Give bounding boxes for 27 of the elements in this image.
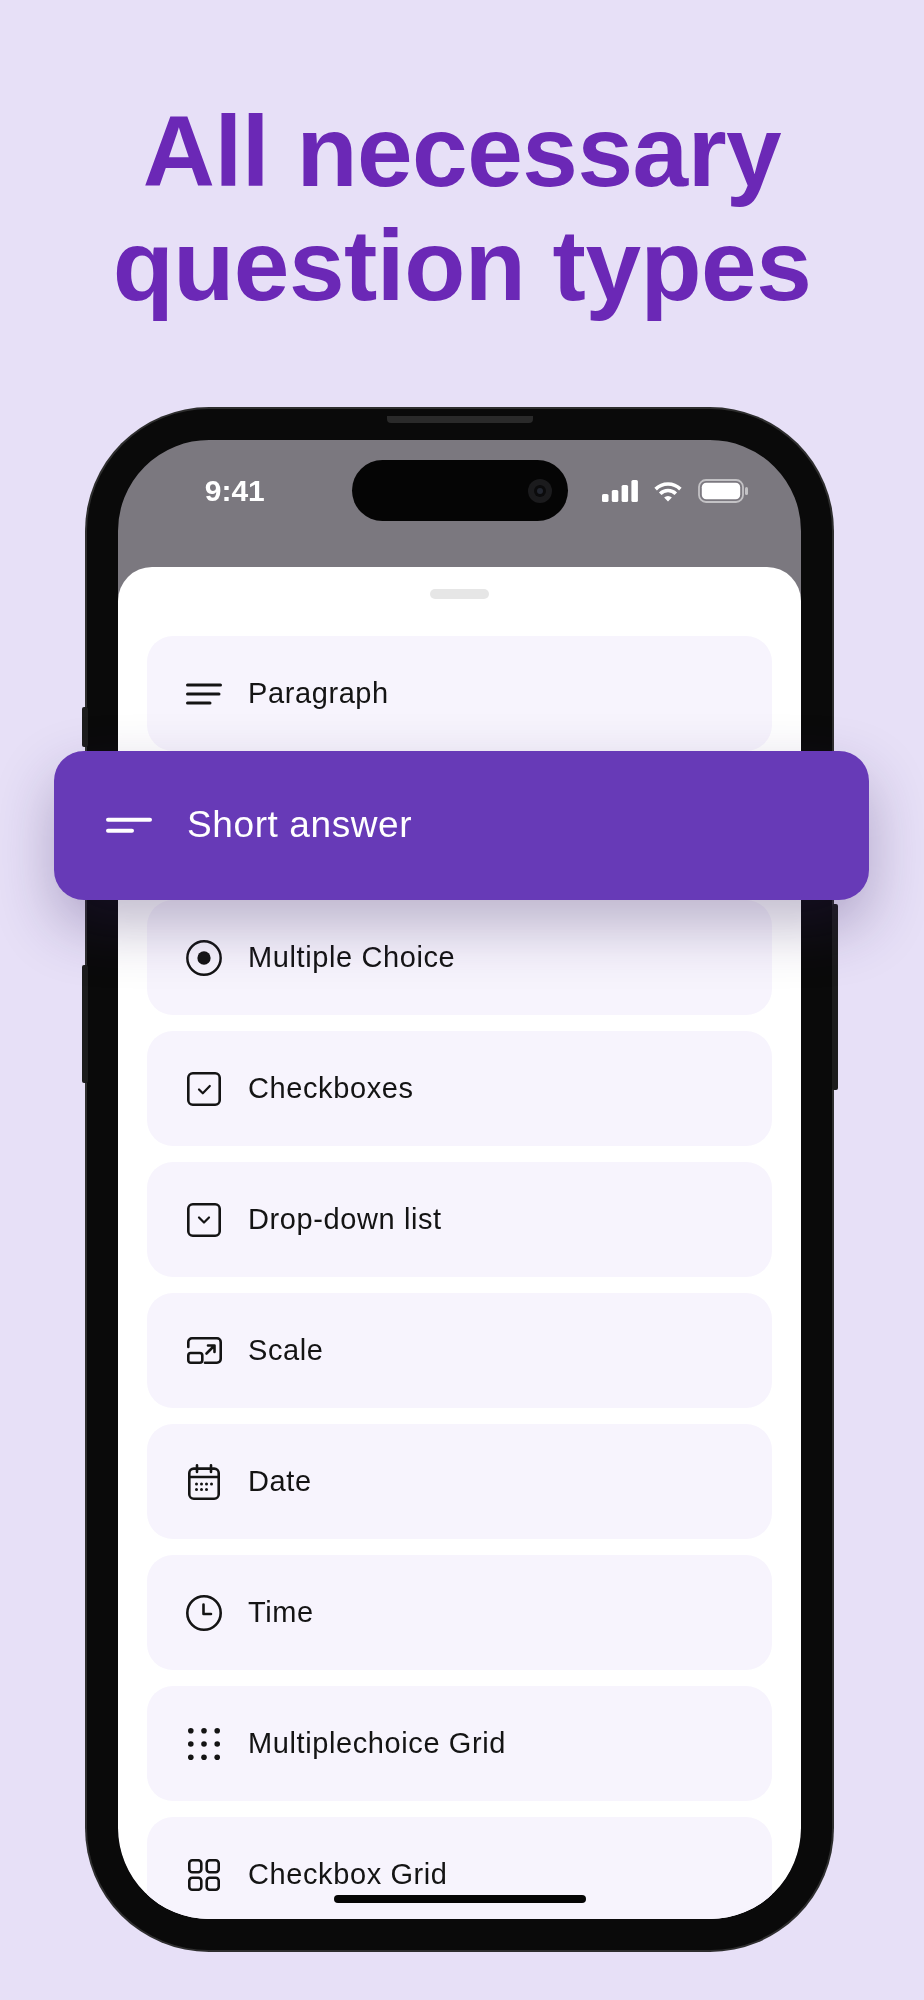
short-lines-icon <box>106 815 152 836</box>
question-type-option[interactable]: Multiplechoice Grid <box>147 1686 772 1801</box>
radio-button-icon <box>186 938 222 977</box>
question-type-option[interactable]: Drop-down list <box>147 1162 772 1277</box>
question-type-option[interactable]: Checkboxes <box>147 1031 772 1146</box>
checkbox-icon <box>187 1071 221 1106</box>
question-type-option[interactable]: Short answer <box>54 751 869 900</box>
clock-icon <box>186 1594 222 1631</box>
battery-icon <box>698 478 748 503</box>
question-type-option[interactable]: Multiple Choice <box>147 900 772 1015</box>
phone-side-key <box>82 707 88 747</box>
status-time: 9:41 <box>204 475 265 506</box>
dropdown-icon <box>187 1202 221 1237</box>
headline: All necessary question types <box>111 94 813 323</box>
dot-grid-icon <box>188 1727 220 1760</box>
text-lines-icon <box>186 682 222 705</box>
signal-icon <box>602 479 638 502</box>
camera-lens-icon <box>527 478 552 503</box>
resize-icon <box>186 1337 222 1364</box>
square-grid-icon <box>188 1858 220 1891</box>
wifi-icon <box>653 479 683 502</box>
question-type-option[interactable]: Scale <box>147 1293 772 1408</box>
calendar-icon <box>188 1463 220 1500</box>
question-type-option[interactable]: Time <box>147 1555 772 1670</box>
question-type-option[interactable]: Date <box>147 1424 772 1539</box>
drag-handle[interactable] <box>430 589 489 599</box>
question-type-option[interactable]: Paragraph <box>147 636 772 751</box>
